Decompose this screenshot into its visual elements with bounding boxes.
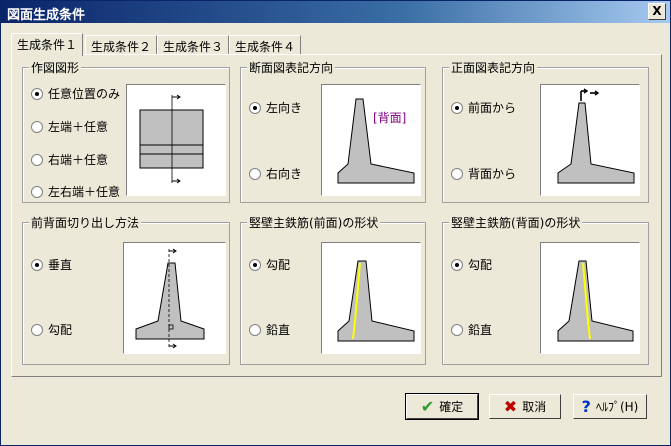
radio-from-back[interactable]: 背面から [451, 165, 516, 182]
tab-condition-3[interactable]: 生成条件３ [157, 35, 229, 54]
radio-label: 任意位置のみ [48, 87, 121, 101]
radio-dot [31, 120, 43, 133]
help-button[interactable]: ? ﾍﾙﾌﾟ(H) [573, 394, 647, 419]
radio-dot [31, 323, 43, 336]
radio-right-arbitrary[interactable]: 右端＋任意 [31, 151, 108, 168]
radio-label: 右向き [266, 167, 303, 181]
rebar-back-preview [540, 242, 640, 354]
radio-dot [451, 258, 463, 271]
cancel-x-icon: ✖ [503, 397, 518, 416]
title-bar: 図面生成条件 X [1, 1, 670, 23]
radio-label: 鉛直 [266, 323, 291, 337]
radio-dot [31, 258, 43, 271]
group-drawing-shape: 作図図形 任意位置のみ 左端＋任意 右端＋任意 左右端＋任意 [22, 59, 230, 203]
radio-rebar-back-vertical[interactable]: 鉛直 [451, 321, 492, 338]
group-title: 作図図形 [29, 59, 82, 76]
cut-method-preview [123, 242, 226, 354]
radio-both-arbitrary[interactable]: 左右端＋任意 [31, 183, 120, 200]
plan-view-icon [139, 94, 204, 184]
tab-condition-4[interactable]: 生成条件４ [229, 35, 301, 54]
radio-label: 背面から [468, 167, 517, 181]
radio-left-arbitrary[interactable]: 左端＋任意 [31, 118, 108, 135]
radio-facing-right[interactable]: 右向き [249, 165, 302, 182]
radio-label: 右端＋任意 [48, 153, 109, 167]
group-front-direction: 正面図表記方向 前面から 背面から [442, 59, 649, 203]
group-rebar-back: 竪壁主鉄筋(背面)の形状 勾配 鉛直 [442, 214, 649, 365]
wall-rebar-front-icon [337, 260, 415, 342]
window-title: 図面生成条件 [7, 8, 86, 23]
wall-section-icon [337, 98, 415, 184]
radio-vertical[interactable]: 垂直 [31, 256, 72, 273]
radio-dot [249, 101, 261, 114]
back-face-label: [背面] [373, 111, 407, 125]
radio-dot [249, 258, 261, 271]
radio-label: 垂直 [48, 258, 73, 272]
radio-dot [249, 323, 261, 336]
cancel-button[interactable]: ✖ 取消 [489, 394, 561, 419]
radio-label: 勾配 [468, 258, 493, 272]
group-title: 前背面切り出し方法 [29, 214, 142, 231]
close-icon: X [652, 4, 662, 18]
group-title: 竪壁主鉄筋(前面)の形状 [247, 214, 381, 231]
radio-dot [249, 167, 261, 180]
radio-from-front[interactable]: 前面から [451, 99, 516, 116]
radio-dot [31, 185, 43, 198]
radio-dot [451, 167, 463, 180]
radio-dot [451, 323, 463, 336]
rebar-front-preview [321, 242, 421, 354]
radio-label: 左右端＋任意 [48, 185, 121, 199]
radio-rebar-front-vertical[interactable]: 鉛直 [249, 321, 290, 338]
radio-rebar-front-slope[interactable]: 勾配 [249, 256, 290, 273]
close-button[interactable]: X [648, 3, 666, 20]
radio-rebar-back-slope[interactable]: 勾配 [451, 256, 492, 273]
tab-condition-1[interactable]: 生成条件１ [11, 33, 83, 56]
checkmark-icon: ✔ [420, 397, 435, 416]
help-question-icon: ? [581, 397, 591, 416]
help-label: ﾍﾙﾌﾟ(H) [595, 400, 639, 414]
section-direction-preview: [背面] [321, 84, 421, 196]
radio-slope[interactable]: 勾配 [31, 321, 72, 338]
radio-dot [451, 101, 463, 114]
radio-label: 左向き [266, 101, 303, 115]
ok-button[interactable]: ✔ 確定 [405, 393, 479, 420]
cancel-label: 取消 [522, 400, 547, 414]
group-title: 正面図表記方向 [449, 59, 538, 76]
radio-facing-left[interactable]: 左向き [249, 99, 302, 116]
tab-condition-2[interactable]: 生成条件２ [85, 35, 157, 54]
wall-front-icon [557, 88, 635, 184]
ok-label: 確定 [439, 400, 464, 414]
radio-dot [31, 87, 43, 100]
group-title: 断面図表記方向 [247, 59, 336, 76]
radio-dot [31, 153, 43, 166]
wall-cut-icon [135, 248, 205, 349]
group-title: 竪壁主鉄筋(背面)の形状 [449, 214, 583, 231]
wall-rebar-back-icon [557, 260, 634, 342]
radio-label: 鉛直 [468, 323, 493, 337]
drawing-shape-preview [126, 84, 226, 196]
group-rebar-front: 竪壁主鉄筋(前面)の形状 勾配 鉛直 [240, 214, 426, 365]
group-section-direction: 断面図表記方向 左向き 右向き [背面] [240, 59, 426, 203]
dialog-window: 図面生成条件 X 生成条件１ 生成条件２ 生成条件３ 生成条件４ 作図図形 任意… [0, 0, 671, 446]
radio-label: 勾配 [266, 258, 291, 272]
radio-label: 勾配 [48, 323, 73, 337]
radio-arbitrary-only[interactable]: 任意位置のみ [31, 85, 120, 102]
radio-label: 前面から [468, 101, 517, 115]
group-cut-method: 前背面切り出し方法 垂直 勾配 [22, 214, 230, 365]
radio-label: 左端＋任意 [48, 120, 109, 134]
front-direction-preview [540, 84, 640, 196]
